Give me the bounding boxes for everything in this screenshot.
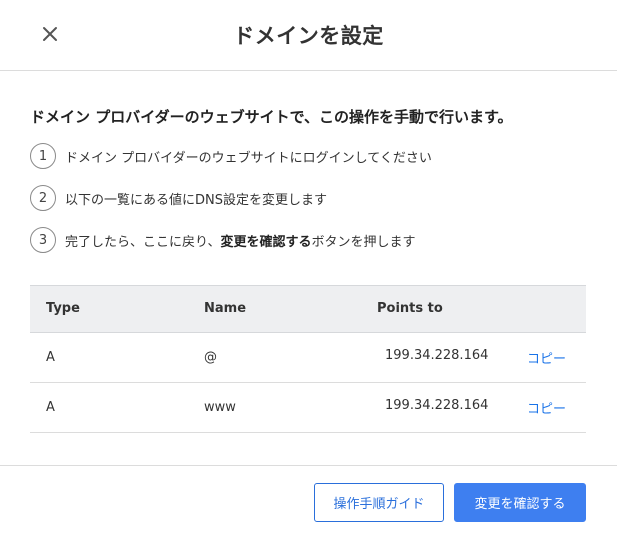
dialog-footer: 操作手順ガイド 変更を確認する bbox=[0, 465, 617, 536]
copy-button[interactable]: コピー bbox=[527, 398, 566, 417]
step-1: 1 ドメイン プロバイダーのウェブサイトにログインしてください bbox=[30, 143, 432, 169]
step-2: 2 以下の一覧にある値にDNS設定を変更します bbox=[30, 185, 327, 211]
cell-points-to: 199.34.228.164 bbox=[385, 348, 489, 363]
cell-type: A bbox=[46, 350, 55, 365]
cell-type: A bbox=[46, 400, 55, 415]
dns-records-table: Type Name Points to A @ 199.34.228.164 コ… bbox=[30, 285, 586, 433]
confirm-changes-button[interactable]: 変更を確認する bbox=[454, 483, 586, 522]
column-header-points-to: Points to bbox=[377, 301, 443, 316]
cell-name: www bbox=[204, 400, 236, 415]
cell-name: @ bbox=[204, 350, 217, 365]
copy-button[interactable]: コピー bbox=[527, 348, 566, 367]
step-number: 1 bbox=[30, 143, 56, 169]
step-text: 以下の一覧にある値にDNS設定を変更します bbox=[65, 192, 327, 208]
column-header-type: Type bbox=[46, 301, 80, 316]
step-3: 3 完了したら、ここに戻り、変更を確認するボタンを押します bbox=[30, 227, 416, 253]
step-text: ドメイン プロバイダーのウェブサイトにログインしてください bbox=[65, 150, 432, 166]
table-row: A @ 199.34.228.164 コピー bbox=[30, 333, 586, 383]
step-text: 完了したら、ここに戻り、変更を確認するボタンを押します bbox=[65, 231, 416, 250]
step-text-before: 完了したら、ここに戻り、 bbox=[65, 234, 221, 250]
step-text-after: ボタンを押します bbox=[311, 234, 416, 250]
step-text-bold: 変更を確認する bbox=[220, 234, 312, 250]
cell-points-to: 199.34.228.164 bbox=[385, 398, 489, 413]
dialog-title: ドメインを設定 bbox=[233, 24, 384, 48]
table-header: Type Name Points to bbox=[30, 285, 586, 333]
step-number: 3 bbox=[30, 227, 56, 253]
intro-text: ドメイン プロバイダーのウェブサイトで、この操作を手動で行います。 bbox=[30, 108, 513, 126]
guide-button[interactable]: 操作手順ガイド bbox=[314, 483, 444, 522]
table-row: A www 199.34.228.164 コピー bbox=[30, 383, 586, 433]
dialog-header: ドメインを設定 bbox=[0, 0, 617, 71]
step-number: 2 bbox=[30, 185, 56, 211]
column-header-name: Name bbox=[204, 301, 247, 316]
